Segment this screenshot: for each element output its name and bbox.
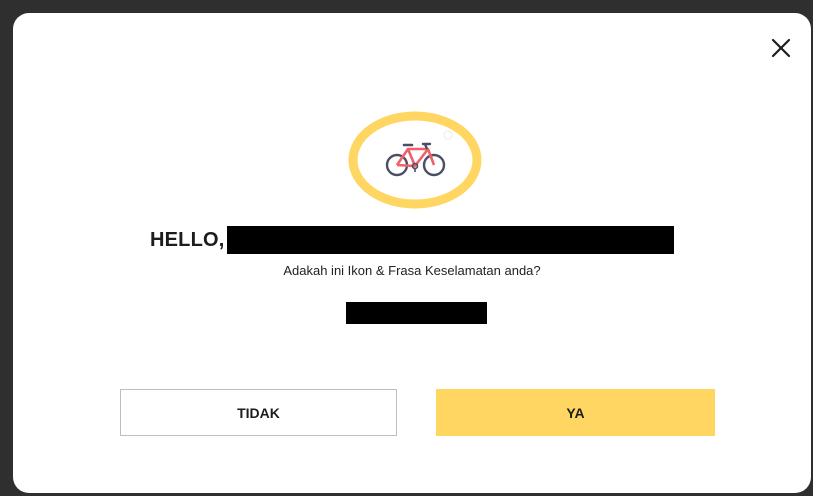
greeting: HELLO, [150,226,674,254]
safety-icon-badge [348,111,482,209]
close-icon [771,38,791,58]
close-button[interactable] [768,35,794,61]
confirmation-question: Adakah ini Ikon & Frasa Keselamatan anda… [283,263,541,278]
yes-button[interactable]: YA [436,389,715,436]
greeting-text: HELLO, [150,228,225,251]
safety-confirmation-dialog: HELLO, Adakah ini Ikon & Frasa Keselamat… [13,13,811,493]
redacted-username [226,226,674,254]
redacted-safety-phrase [346,302,487,324]
no-button[interactable]: TIDAK [120,389,397,436]
safety-icon-ring [348,111,482,209]
